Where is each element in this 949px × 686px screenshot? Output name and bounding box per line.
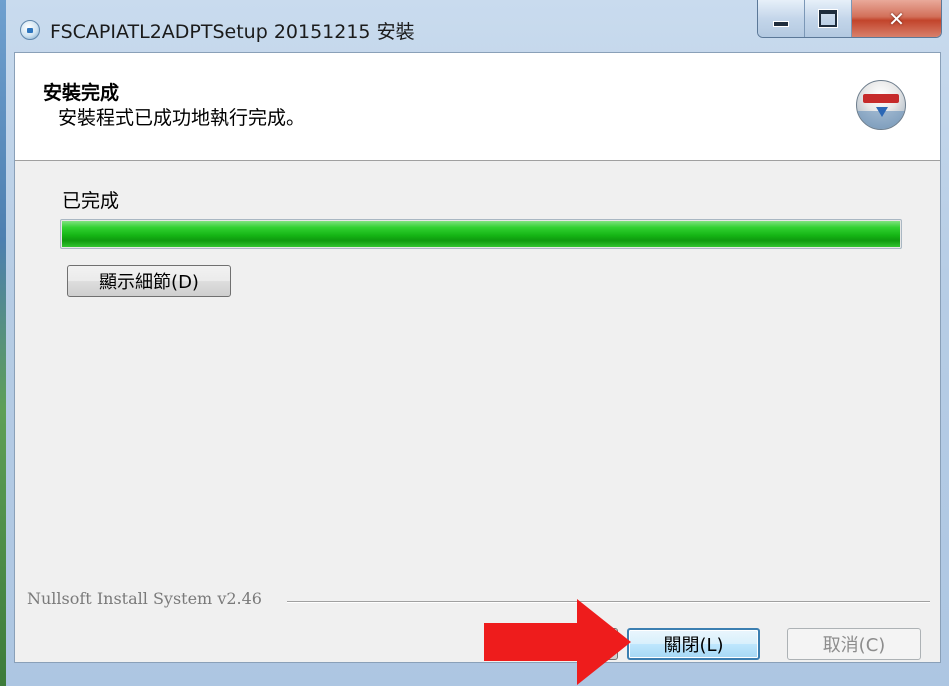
progress-bar [60, 219, 902, 249]
maximize-button[interactable] [805, 0, 852, 37]
window-close-button[interactable]: ✕ [852, 0, 941, 37]
minimize-button[interactable] [758, 0, 805, 37]
red-arrow-icon [484, 599, 631, 685]
close-button[interactable]: 關閉(L) [627, 628, 760, 660]
window-title: FSCAPIATL2ADPTSetup 20151215 安裝 [50, 21, 415, 43]
close-icon: ✕ [888, 6, 905, 31]
show-details-button[interactable]: 顯示細節(D) [67, 265, 231, 297]
minimize-icon [773, 20, 789, 27]
installer-dialog: 安裝完成 安裝程式已成功地執行完成。 已完成 顯示細節(D) Nullsoft … [14, 52, 941, 663]
header-panel: 安裝完成 安裝程式已成功地執行完成。 [15, 53, 940, 161]
download-arrow-icon [876, 107, 888, 117]
page-subtitle: 安裝程式已成功地執行完成。 [58, 107, 306, 129]
caption-buttons: ✕ [757, 0, 942, 38]
progress-status-label: 已完成 [62, 190, 120, 212]
cancel-button[interactable]: 取消(C) [787, 628, 921, 660]
desktop-background-strip [0, 0, 6, 686]
red-arrow-shape [484, 599, 631, 685]
installer-icon[interactable] [20, 20, 40, 40]
page-title: 安裝完成 [43, 82, 120, 104]
progress-bar-fill [62, 221, 900, 247]
logo-band [863, 94, 899, 103]
nsis-branding-text: Nullsoft Install System v2.46 [27, 589, 262, 608]
maximize-icon [819, 10, 837, 27]
nsis-logo-icon [856, 80, 906, 130]
title-bar[interactable]: FSCAPIATL2ADPTSetup 20151215 安裝 ✕ [6, 0, 949, 52]
